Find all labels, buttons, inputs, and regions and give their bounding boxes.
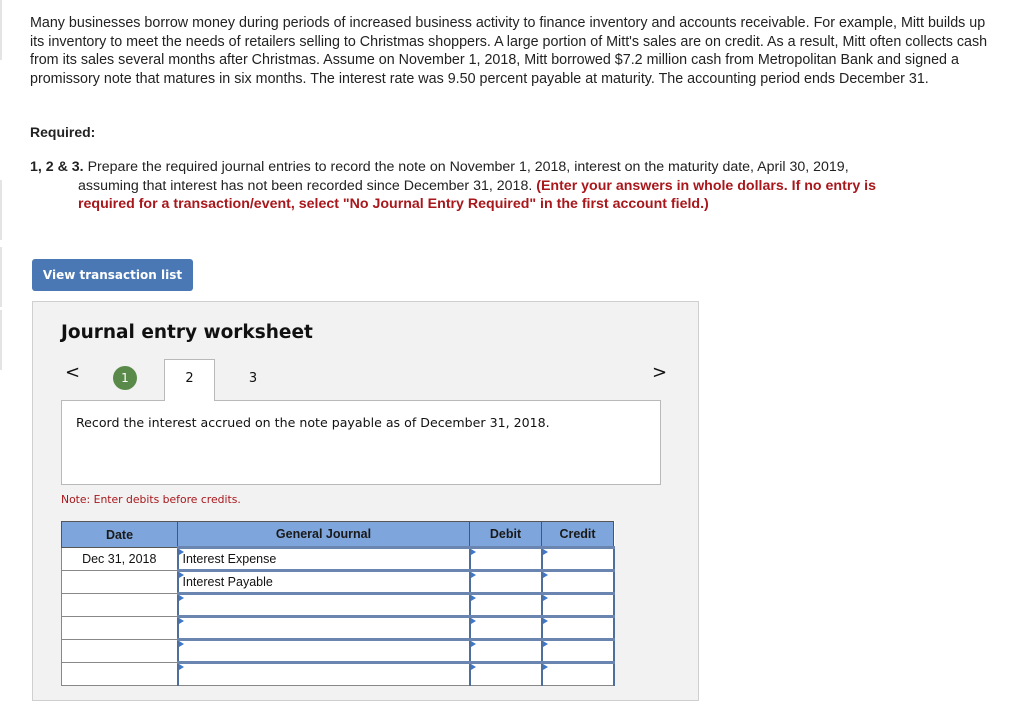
- question-number: 1, 2 & 3.: [30, 159, 84, 175]
- input-flag-icon: [470, 595, 476, 601]
- account-value[interactable]: [179, 595, 469, 615]
- debit-value[interactable]: [471, 572, 541, 592]
- step-1-completed[interactable]: 1: [113, 366, 137, 390]
- input-flag-icon: [542, 572, 548, 578]
- header-debit: Debit: [469, 521, 542, 548]
- credit-field[interactable]: [540, 569, 615, 594]
- account-field[interactable]: Interest Expense: [176, 546, 471, 571]
- debit-field[interactable]: [468, 615, 543, 640]
- debits-credits-note: Note: Enter debits before credits.: [61, 493, 241, 506]
- header-date: Date: [61, 521, 178, 548]
- credit-value[interactable]: [543, 572, 613, 592]
- chevron-left-icon[interactable]: <: [65, 362, 80, 383]
- table-row: [61, 638, 615, 663]
- question-continuation: assuming that interest has not been reco…: [30, 177, 980, 196]
- input-flag-icon: [542, 664, 548, 670]
- step-2-tab-active[interactable]: 2: [164, 359, 215, 401]
- required-question: 1, 2 & 3. Prepare the required journal e…: [30, 158, 980, 214]
- account-value[interactable]: [179, 618, 469, 638]
- question-text-line1: Prepare the required journal entries to …: [83, 159, 849, 175]
- debit-field[interactable]: [468, 661, 543, 686]
- credit-field[interactable]: [540, 592, 615, 617]
- credit-value[interactable]: [543, 595, 613, 615]
- account-field[interactable]: [176, 661, 471, 686]
- credit-value[interactable]: [543, 641, 613, 661]
- credit-field[interactable]: [540, 661, 615, 686]
- account-value[interactable]: Interest Payable: [179, 572, 469, 592]
- input-flag-icon: [542, 595, 548, 601]
- debit-value[interactable]: [471, 618, 541, 638]
- account-value[interactable]: [179, 641, 469, 661]
- credit-value[interactable]: [543, 618, 613, 638]
- credit-field[interactable]: [540, 546, 615, 571]
- credit-field[interactable]: [540, 638, 615, 663]
- debit-field[interactable]: [468, 592, 543, 617]
- table-row: Dec 31, 2018 Interest Expense: [61, 546, 615, 571]
- input-flag-icon: [542, 549, 548, 555]
- dropdown-flag-icon: [178, 572, 184, 578]
- input-flag-icon: [470, 572, 476, 578]
- debit-field[interactable]: [468, 546, 543, 571]
- credit-value[interactable]: [543, 664, 613, 685]
- debit-field[interactable]: [468, 569, 543, 594]
- page-edge-divider: [0, 247, 2, 307]
- worksheet-title: Journal entry worksheet: [61, 322, 313, 343]
- dropdown-flag-icon: [178, 664, 184, 670]
- table-row: [61, 615, 615, 640]
- page-edge-divider: [0, 310, 2, 370]
- debit-value[interactable]: [471, 595, 541, 615]
- required-heading: Required:: [30, 124, 96, 140]
- chevron-right-icon[interactable]: >: [652, 362, 667, 383]
- dropdown-flag-icon: [178, 641, 184, 647]
- page-edge-divider: [0, 180, 2, 240]
- debit-value[interactable]: [471, 549, 541, 569]
- step-1-label: 1: [121, 371, 129, 385]
- header-general-journal: General Journal: [177, 521, 470, 548]
- problem-intro: Many businesses borrow money during peri…: [30, 15, 988, 87]
- page-edge-divider: [0, 0, 2, 60]
- table-row: [61, 592, 615, 617]
- date-cell: [61, 662, 178, 686]
- dropdown-flag-icon: [178, 549, 184, 555]
- prompt-text: Record the interest accrued on the note …: [76, 415, 550, 430]
- table-row: Interest Payable: [61, 569, 615, 594]
- input-flag-icon: [470, 549, 476, 555]
- account-field[interactable]: [176, 638, 471, 663]
- debit-value[interactable]: [471, 664, 541, 685]
- account-field[interactable]: [176, 615, 471, 640]
- account-value[interactable]: Interest Expense: [179, 549, 469, 569]
- date-cell: Dec 31, 2018: [61, 547, 178, 571]
- account-field[interactable]: [176, 592, 471, 617]
- account-field[interactable]: Interest Payable: [176, 569, 471, 594]
- header-credit: Credit: [541, 521, 614, 548]
- question-warning-a: (Enter your answers in whole dollars. If…: [536, 177, 877, 194]
- dropdown-flag-icon: [178, 618, 184, 624]
- account-value[interactable]: [179, 664, 469, 685]
- credit-field[interactable]: [540, 615, 615, 640]
- question-warning-b: required for a transaction/event, select…: [78, 196, 709, 212]
- input-flag-icon: [542, 618, 548, 624]
- prompt-box: Record the interest accrued on the note …: [61, 400, 661, 485]
- input-flag-icon: [470, 664, 476, 670]
- input-flag-icon: [542, 641, 548, 647]
- step-3-tab[interactable]: 3: [238, 368, 268, 388]
- input-flag-icon: [470, 618, 476, 624]
- journal-entry-worksheet: Journal entry worksheet < 1 2 3 > Record…: [32, 301, 699, 701]
- dropdown-flag-icon: [178, 595, 184, 601]
- date-cell: [61, 570, 178, 594]
- date-cell: [61, 639, 178, 663]
- input-flag-icon: [470, 641, 476, 647]
- date-cell: [61, 593, 178, 617]
- credit-value[interactable]: [543, 549, 613, 569]
- debit-field[interactable]: [468, 638, 543, 663]
- table-header-row: Date General Journal Debit Credit: [61, 521, 614, 548]
- step-2-label: 2: [185, 371, 194, 386]
- question-text-line2: assuming that interest has not been reco…: [78, 177, 537, 194]
- step-3-label: 3: [248, 370, 258, 386]
- view-transaction-list-button[interactable]: View transaction list: [32, 259, 193, 291]
- debit-value[interactable]: [471, 641, 541, 661]
- date-cell: [61, 616, 178, 640]
- table-row: [61, 661, 615, 686]
- general-journal-table: Date General Journal Debit Credit Dec 31…: [61, 521, 615, 686]
